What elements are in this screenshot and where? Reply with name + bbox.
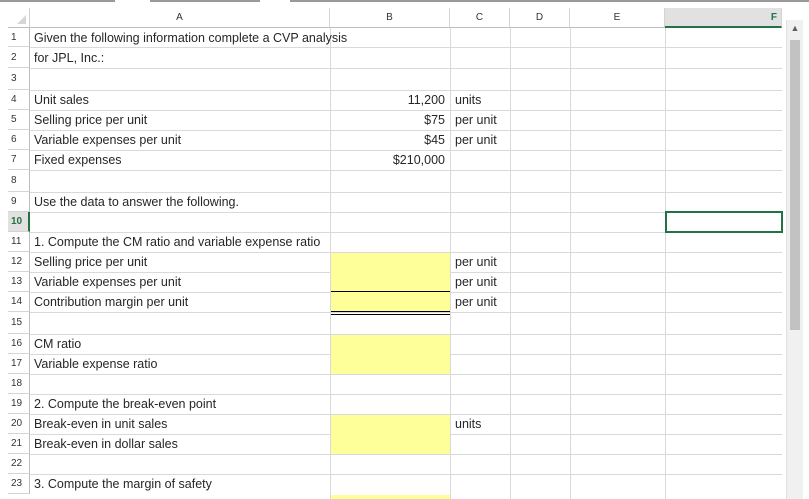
gridline [30,68,782,69]
active-cell-f10[interactable] [665,211,783,233]
spreadsheet: A B C D E F 1 2 3 4 5 6 7 8 9 10 11 12 1… [8,8,783,499]
divider-segment [150,0,260,2]
row-header-23[interactable]: 23 [8,474,30,494]
answer-cells-b12-b14[interactable] [331,253,450,312]
cell-a23[interactable]: 3. Compute the margin of safety [34,475,212,494]
cell-c6[interactable]: per unit [455,131,497,150]
cell-a17[interactable]: Variable expense ratio [34,355,157,374]
column-header-e[interactable]: E [570,8,665,28]
scroll-thumb[interactable] [790,40,800,330]
cell-a11[interactable]: 1. Compute the CM ratio and variable exp… [34,233,320,252]
row-header-6[interactable]: 6 [8,130,30,150]
row-header-21[interactable]: 21 [8,434,30,454]
row-header-1[interactable]: 1 [8,28,30,47]
row-header-16[interactable]: 16 [8,334,30,354]
divider-segment [290,0,809,2]
row-header-20[interactable]: 20 [8,414,30,434]
cell-a6[interactable]: Variable expenses per unit [34,131,181,150]
gridline [510,28,511,499]
row-header-8[interactable]: 8 [8,170,30,192]
row-header-17[interactable]: 17 [8,354,30,374]
row-header-2[interactable]: 2 [8,47,30,68]
row-header-18[interactable]: 18 [8,374,30,394]
row-header-10[interactable]: 10 [8,212,30,232]
row-header-4[interactable]: 4 [8,90,30,110]
cell-a19[interactable]: 2. Compute the break-even point [34,395,216,414]
gridline [450,28,451,499]
cell-a16[interactable]: CM ratio [34,335,81,354]
cell-a4[interactable]: Unit sales [34,91,89,110]
answer-cells-b24[interactable] [331,495,450,499]
row-header-19[interactable]: 19 [8,394,30,414]
row-header-13[interactable]: 13 [8,272,30,292]
cell-a9[interactable]: Use the data to answer the following. [34,193,239,212]
divider-segment [0,0,115,2]
column-header-f[interactable]: F [665,8,782,28]
double-underline-top [331,311,450,312]
select-all-corner[interactable] [8,8,30,28]
cell-a2[interactable]: for JPL, Inc.: [34,48,104,68]
vertical-scrollbar[interactable]: ▲ [786,20,803,499]
cell-a7[interactable]: Fixed expenses [34,151,122,170]
row-header-9[interactable]: 9 [8,192,30,212]
cell-b7[interactable]: $210,000 [331,151,445,170]
answer-cells-b20-b21[interactable] [331,415,450,454]
double-underline-bottom [331,314,450,315]
cell-c12[interactable]: per unit [455,253,497,272]
row-header-14[interactable]: 14 [8,292,30,312]
row-header-15[interactable]: 15 [8,312,30,334]
gridline [570,28,571,499]
cell-c20[interactable]: units [455,415,481,434]
cell-b5[interactable]: $75 [331,111,445,130]
row-header-22[interactable]: 22 [8,454,30,474]
cell-a14[interactable]: Contribution margin per unit [34,293,188,312]
cell-grid[interactable]: Given the following information complete… [30,28,783,499]
gridline [665,28,666,499]
gridline [30,170,782,171]
cell-a20[interactable]: Break-even in unit sales [34,415,167,434]
cell-a1[interactable]: Given the following information complete… [34,29,347,47]
row-header-11[interactable]: 11 [8,232,30,252]
row-header-7[interactable]: 7 [8,150,30,170]
gridline [30,374,782,375]
cell-c5[interactable]: per unit [455,111,497,130]
gridline [30,454,782,455]
cell-c4[interactable]: units [455,91,481,110]
cell-a12[interactable]: Selling price per unit [34,253,147,272]
column-header-a[interactable]: A [30,8,330,28]
row-header-12[interactable]: 12 [8,252,30,272]
row-header-5[interactable]: 5 [8,110,30,130]
cell-a5[interactable]: Selling price per unit [34,111,147,130]
row-header-3[interactable]: 3 [8,68,30,90]
cell-c13[interactable]: per unit [455,273,497,292]
select-all-icon [17,15,26,24]
cell-a13[interactable]: Variable expenses per unit [34,273,181,292]
cell-b6[interactable]: $45 [331,131,445,150]
cell-c14[interactable]: per unit [455,293,497,312]
answer-cells-b16-b17[interactable] [331,335,450,374]
top-divider [0,0,809,6]
column-header-d[interactable]: D [510,8,570,28]
cell-a21[interactable]: Break-even in dollar sales [34,435,178,454]
column-header-b[interactable]: B [330,8,450,28]
gridline [30,47,782,48]
single-underline [331,291,450,292]
scroll-up-arrow-icon[interactable]: ▲ [787,20,803,36]
column-header-c[interactable]: C [450,8,510,28]
cell-b4[interactable]: 11,200 [331,91,445,110]
gridline [30,312,782,313]
